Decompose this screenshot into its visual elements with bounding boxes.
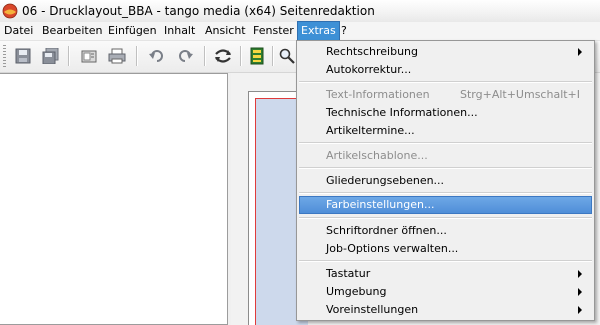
menu-item-umgebung[interactable]: Umgebung <box>299 282 592 301</box>
submenu-arrow-icon <box>578 306 582 314</box>
print-icon[interactable] <box>106 45 128 67</box>
menu-einfuegen[interactable]: Einfügen <box>108 22 157 40</box>
menu-item-voreinstellungen[interactable]: Voreinstellungen <box>299 300 592 319</box>
menu-extras[interactable]: Extras <box>297 21 340 41</box>
menu-item-farbeinstellungen[interactable]: Farbeinstellungen... <box>299 196 592 214</box>
menu-item-technische-informationen[interactable]: Technische Informationen... <box>299 103 592 122</box>
menu-item-text-informationen: Text-Informationen Strg+Alt+Umschalt+I <box>299 85 592 104</box>
window-title: 06 - Drucklayout_BBA - tango media (x64)… <box>22 4 375 18</box>
zoom-icon[interactable] <box>276 45 298 67</box>
save-icon[interactable] <box>12 45 34 67</box>
title-bar: 06 - Drucklayout_BBA - tango media (x64)… <box>0 0 600 22</box>
menu-item-tastatur[interactable]: Tastatur <box>299 264 592 283</box>
menu-item-job-options-verwalten[interactable]: Job-Options verwalten... <box>299 239 592 258</box>
menu-item-autokorrektur[interactable]: Autokorrektur... <box>299 60 592 79</box>
menu-separator <box>299 217 592 219</box>
toolbar-separator <box>68 46 69 66</box>
menu-item-artikelschablone: Artikelschablone... <box>326 149 428 162</box>
menu-item-rechtschreibung[interactable]: Rechtschreibung <box>299 42 592 61</box>
menu-separator <box>299 81 592 83</box>
submenu-arrow-icon <box>578 288 582 296</box>
shortcut-text-informationen: Strg+Alt+Umschalt+I <box>460 88 581 101</box>
menu-inhalt[interactable]: Inhalt <box>164 22 195 40</box>
menu-ansicht[interactable]: Ansicht <box>205 22 246 40</box>
extras-dropdown-menu: Rechtschreibung Autokorrektur... Text-In… <box>296 40 595 321</box>
submenu-arrow-icon <box>578 270 582 278</box>
refresh-icon[interactable] <box>212 45 234 67</box>
save-all-icon[interactable] <box>40 45 62 67</box>
menu-item-schriftordner-oeffnen[interactable]: Schriftordner öffnen... <box>299 221 592 240</box>
toolbar-separator <box>272 46 273 66</box>
menu-help[interactable]: ? <box>341 22 347 40</box>
menu-separator <box>299 192 592 194</box>
menu-bearbeiten[interactable]: Bearbeiten <box>42 22 102 40</box>
toolbar-separator <box>204 46 205 66</box>
menu-separator <box>299 142 592 144</box>
redo-icon[interactable] <box>174 45 196 67</box>
menu-separator <box>299 167 592 169</box>
submenu-arrow-icon <box>578 48 582 56</box>
app-logo-icon <box>2 3 18 19</box>
menu-item-artikeltermine[interactable]: Artikeltermine... <box>299 121 592 140</box>
menu-bar: Datei Bearbeiten Einfügen Inhalt Ansicht… <box>0 21 600 41</box>
toolbar-grip[interactable] <box>3 45 6 67</box>
menu-item-gliederungsebenen[interactable]: Gliederungsebenen... <box>299 171 592 190</box>
layout-icon[interactable] <box>246 45 268 67</box>
undo-icon[interactable] <box>146 45 168 67</box>
toolbar-separator <box>240 46 241 66</box>
menu-datei[interactable]: Datei <box>4 22 33 40</box>
left-panel[interactable] <box>0 73 228 325</box>
toolbar-separator <box>136 46 137 66</box>
menu-fenster[interactable]: Fenster <box>253 22 294 40</box>
menu-separator <box>299 260 592 262</box>
open-icon[interactable] <box>78 45 100 67</box>
